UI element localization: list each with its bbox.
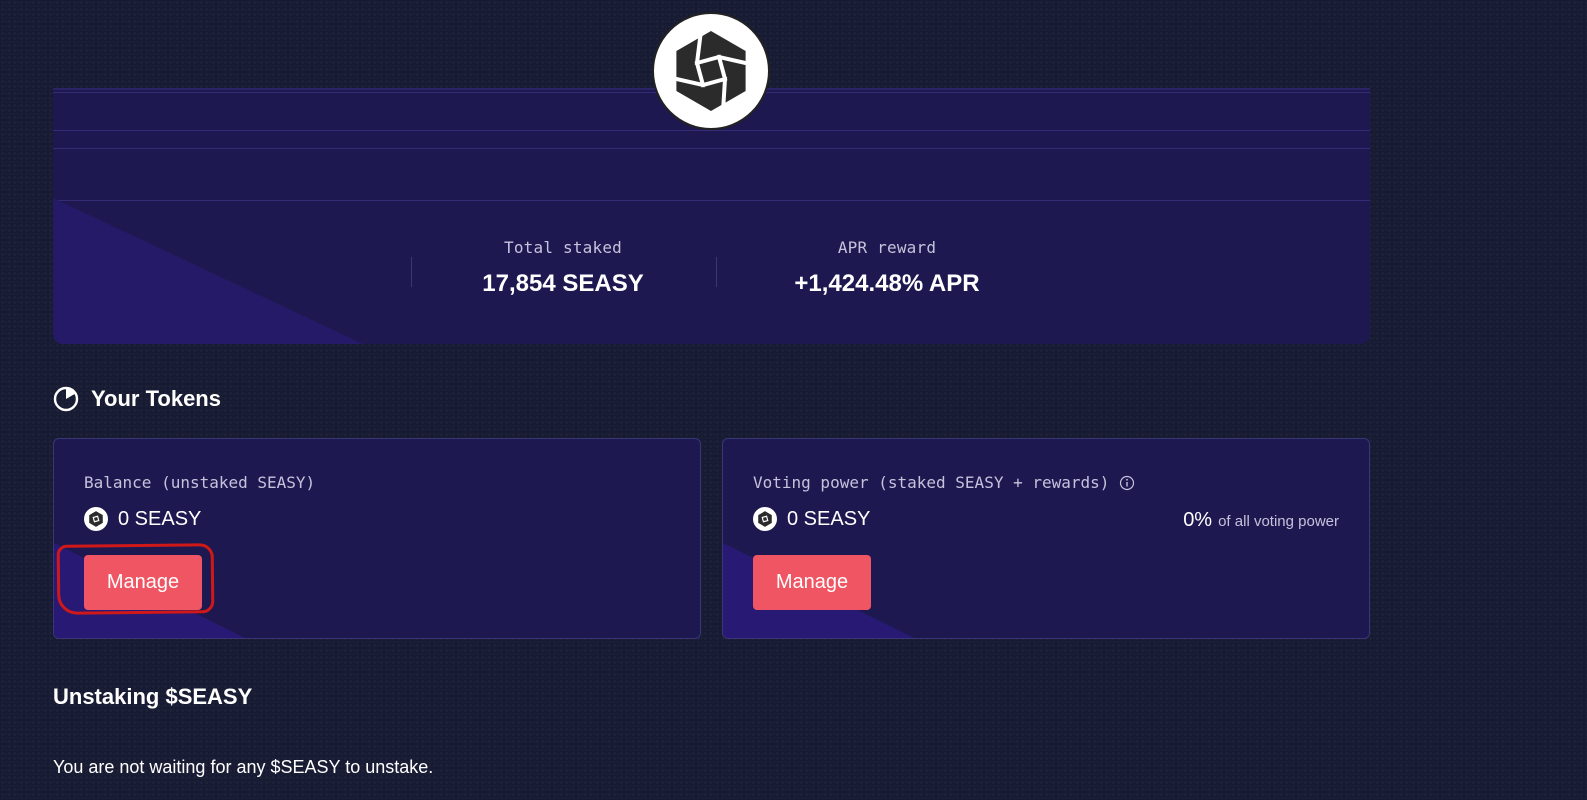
total-staked-stat: Total staked 17,854 SEASY — [471, 238, 655, 298]
banner-decor-line — [53, 148, 1370, 149]
voting-amount: 0 SEASY — [787, 507, 871, 530]
seasy-token-icon — [753, 507, 777, 531]
stat-divider — [716, 257, 717, 287]
voting-power-share: 0% of all voting power — [1183, 509, 1339, 532]
manage-balance-button[interactable]: Manage — [84, 555, 202, 610]
balance-label-text: Balance (unstaked SEASY) — [84, 473, 316, 492]
balance-amount: 0 SEASY — [118, 507, 202, 530]
balance-card: Balance (unstaked SEASY) 0 SEASY Manage — [53, 438, 701, 639]
seasy-logo-icon — [674, 28, 748, 114]
voting-power-card: Voting power (staked SEASY + rewards) 0 … — [722, 438, 1370, 639]
banner-decor-line — [53, 130, 1370, 131]
banner-decor-shape — [53, 198, 363, 344]
unstaking-title: Unstaking $SEASY — [53, 684, 253, 709]
voting-power-caption: of all voting power — [1218, 513, 1339, 530]
balance-label: Balance (unstaked SEASY) — [84, 473, 315, 492]
balance-amount-row: 0 SEASY — [84, 507, 201, 531]
voting-power-label: Voting power (staked SEASY + rewards) — [753, 473, 1135, 492]
total-staked-value: 17,854 SEASY — [482, 270, 644, 297]
voting-power-percent: 0% — [1183, 509, 1213, 531]
seasy-token-icon — [84, 507, 108, 531]
apr-reward-stat: APR reward +1,424.48% APR — [777, 238, 997, 298]
pie-chart-icon — [53, 386, 79, 412]
info-icon[interactable] — [1119, 475, 1135, 491]
banner-decor-line — [53, 200, 1370, 201]
voting-amount-row: 0 SEASY — [753, 507, 870, 531]
total-staked-label: Total staked — [504, 238, 622, 257]
stat-divider — [411, 257, 412, 287]
your-tokens-header: Your Tokens — [53, 386, 221, 412]
apr-reward-value: +1,424.48% APR — [794, 270, 980, 297]
voting-power-label-text: Voting power (staked SEASY + rewards) — [753, 473, 1110, 492]
apr-reward-label: APR reward — [837, 238, 937, 257]
your-tokens-title: Your Tokens — [91, 386, 221, 411]
manage-voting-button[interactable]: Manage — [753, 555, 871, 610]
unstaking-message: You are not waiting for any $SEASY to un… — [53, 757, 434, 777]
seasy-logo — [652, 12, 770, 130]
